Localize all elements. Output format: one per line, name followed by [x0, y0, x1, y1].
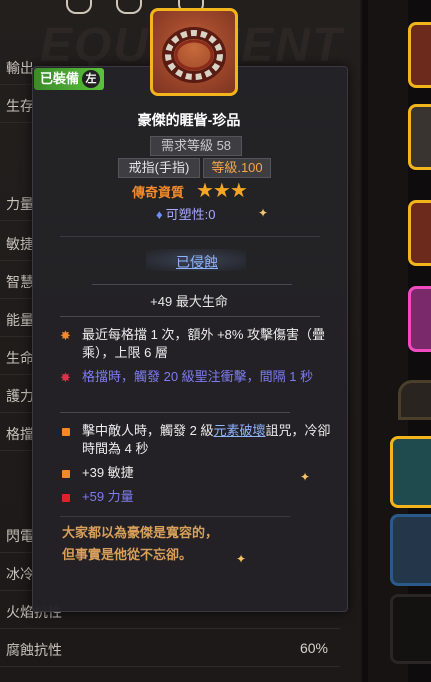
- mod-1-link[interactable]: 元素破壞: [213, 423, 265, 438]
- equip-slot-1[interactable]: [408, 22, 431, 88]
- divider-5: [60, 516, 290, 517]
- plasticity-drop-icon: ♦: [156, 207, 163, 222]
- item-level: 等級.100: [203, 158, 271, 178]
- equip-slot-3[interactable]: [408, 200, 431, 266]
- base-stat: +49 最大生命: [150, 294, 228, 309]
- item-slot: 戒指(手指): [118, 158, 200, 178]
- sparkle-decoration: ✦: [300, 470, 311, 484]
- divider-2: [92, 284, 292, 285]
- tab-icon-1[interactable]: [66, 0, 92, 14]
- sparkle-bullet-icon: ✸: [60, 370, 71, 385]
- equip-slot-5[interactable]: [390, 436, 431, 508]
- equip-slot-2[interactable]: [408, 104, 431, 170]
- mod-bullet-1: [62, 428, 70, 436]
- stat-label: 格擋: [6, 426, 34, 442]
- item-rarity: 傳奇資質: [132, 185, 185, 200]
- flame-bullet-icon: ✸: [60, 328, 71, 343]
- plasticity-label: 可塑性:0: [165, 207, 216, 222]
- mod-bullet-3: [62, 494, 70, 502]
- stat-label: 能量: [6, 312, 34, 328]
- item-icon: [150, 8, 238, 96]
- item-plasticity: ♦ 可塑性:0: [156, 204, 215, 223]
- equip-slot-7[interactable]: [390, 594, 431, 664]
- stat-label: 冰冷: [6, 566, 34, 582]
- mod-1: 擊中敵人時，觸發 2 級元素破壞詛咒，冷卻時間為 4 秒: [82, 422, 342, 458]
- stat-label: 敏捷: [6, 236, 34, 252]
- divider-4: [60, 412, 290, 413]
- equipped-label: 已裝備: [40, 71, 80, 86]
- stat-value: 60%: [299, 640, 328, 656]
- flavor-text: 大家都以為豪傑是寬容的， 但事實是他從不忘卻。: [62, 522, 218, 566]
- sparkle-decoration: ✦: [258, 206, 269, 220]
- mod-bullet-2: [62, 470, 70, 478]
- legendary-affix-2: 格擋時，觸發 20 級聖注衝擊，間隔 1 秒: [82, 369, 314, 384]
- mod-1-text: 擊中敵人時，觸發 2 級: [82, 423, 214, 438]
- stat-label: 生存: [6, 98, 34, 114]
- equipped-key: 左: [82, 70, 101, 88]
- item-requirement: 需求等級 58: [150, 136, 242, 156]
- equip-helmet-slot[interactable]: [398, 380, 431, 420]
- divider-1: [60, 236, 320, 237]
- stat-label: 力量: [6, 196, 34, 212]
- divider-3: [60, 316, 320, 317]
- flavor-line-2: 但事實是他從不忘卻。: [62, 547, 193, 562]
- stat-label: 閃電: [6, 528, 34, 544]
- stat-label: 護力: [6, 388, 34, 404]
- legendary-affix-1: 最近每格擋 1 次，額外 +8% 攻擊傷害（疊乘），上限 6 層: [82, 327, 326, 360]
- stat-label: 輸出: [6, 60, 34, 76]
- corroded-link[interactable]: 已侵蝕: [176, 252, 218, 272]
- equip-slot-4[interactable]: [408, 286, 431, 352]
- stat-label: 生命: [6, 350, 34, 366]
- ring-icon: [162, 27, 226, 83]
- item-name: 豪傑的睚眥-珍品: [137, 112, 241, 128]
- flavor-line-1: 大家都以為豪傑是寬容的，: [62, 525, 219, 540]
- mod-3: +59 力量: [82, 489, 134, 504]
- equipped-badge: 已裝備左: [34, 68, 105, 90]
- stat-row: 腐蝕抗性 60%: [0, 632, 340, 667]
- stat-label: 智慧: [6, 274, 34, 290]
- rarity-stars: ★★★: [196, 180, 248, 202]
- sparkle-decoration: ✦: [236, 552, 247, 566]
- equip-slot-6[interactable]: [390, 514, 431, 586]
- stat-label: 腐蝕抗性: [6, 642, 62, 658]
- tab-icon-2[interactable]: [116, 0, 142, 14]
